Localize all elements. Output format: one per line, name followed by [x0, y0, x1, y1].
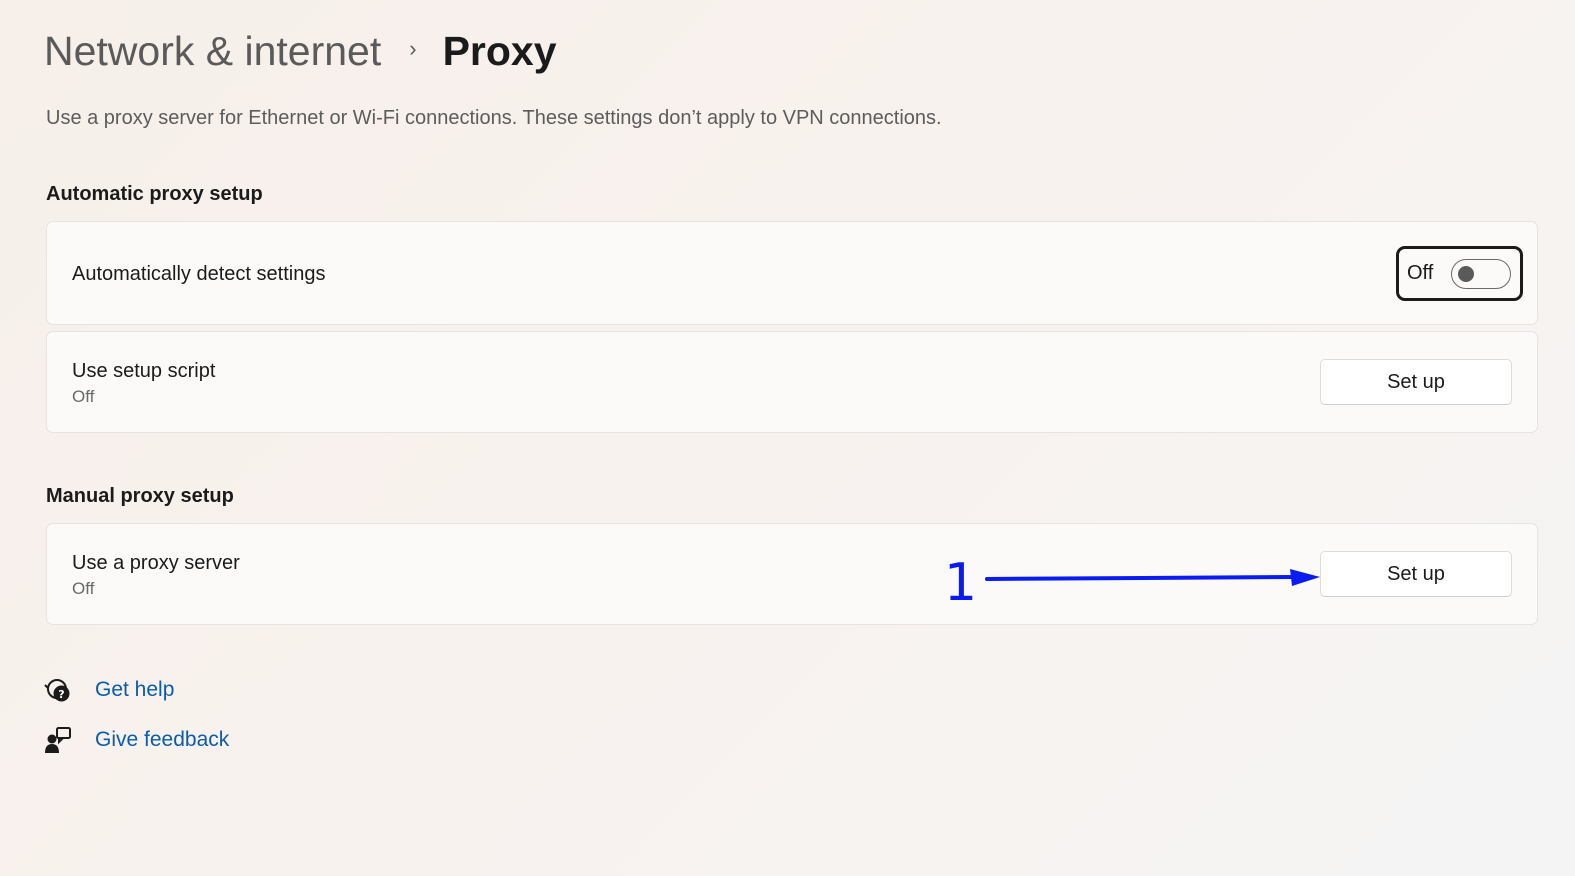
give-feedback-label[interactable]: Give feedback: [95, 728, 229, 752]
toggle-state-label: Off: [1407, 262, 1434, 284]
section-title-manual: Manual proxy setup: [46, 485, 234, 507]
automatic-detect-card: Automatically detect settings Off: [46, 221, 1538, 325]
proxy-server-setup-button[interactable]: Set up: [1320, 551, 1512, 597]
setup-script-card: Use setup script Off Set up: [46, 331, 1538, 433]
section-title-automatic: Automatic proxy setup: [46, 183, 263, 205]
help-chat-icon: ?: [44, 676, 72, 704]
svg-text:?: ?: [58, 688, 64, 701]
page-description: Use a proxy server for Ethernet or Wi-Fi…: [46, 107, 942, 129]
automatic-detect-label: Automatically detect settings: [72, 263, 326, 285]
proxy-server-label: Use a proxy server: [72, 552, 240, 574]
toggle-track[interactable]: [1451, 259, 1511, 289]
chevron-right-icon: ›: [409, 36, 417, 61]
breadcrumb: Network & internet › Proxy: [44, 26, 557, 76]
proxy-server-status: Off: [72, 579, 95, 598]
feedback-person-icon: [44, 726, 72, 754]
annotation-number: 1: [944, 553, 978, 613]
breadcrumb-network-internet[interactable]: Network & internet: [44, 26, 381, 76]
get-help-link[interactable]: ? Get help: [44, 676, 174, 704]
toggle-knob: [1458, 266, 1474, 282]
setup-script-status: Off: [72, 387, 95, 406]
setup-script-label: Use setup script: [72, 360, 216, 382]
setup-script-button[interactable]: Set up: [1320, 359, 1512, 405]
give-feedback-link[interactable]: Give feedback: [44, 726, 229, 754]
get-help-label[interactable]: Get help: [95, 678, 174, 702]
annotation-arrow-icon: [985, 569, 1320, 586]
automatic-detect-toggle[interactable]: Off: [1396, 246, 1523, 301]
page-title: Proxy: [442, 28, 557, 74]
